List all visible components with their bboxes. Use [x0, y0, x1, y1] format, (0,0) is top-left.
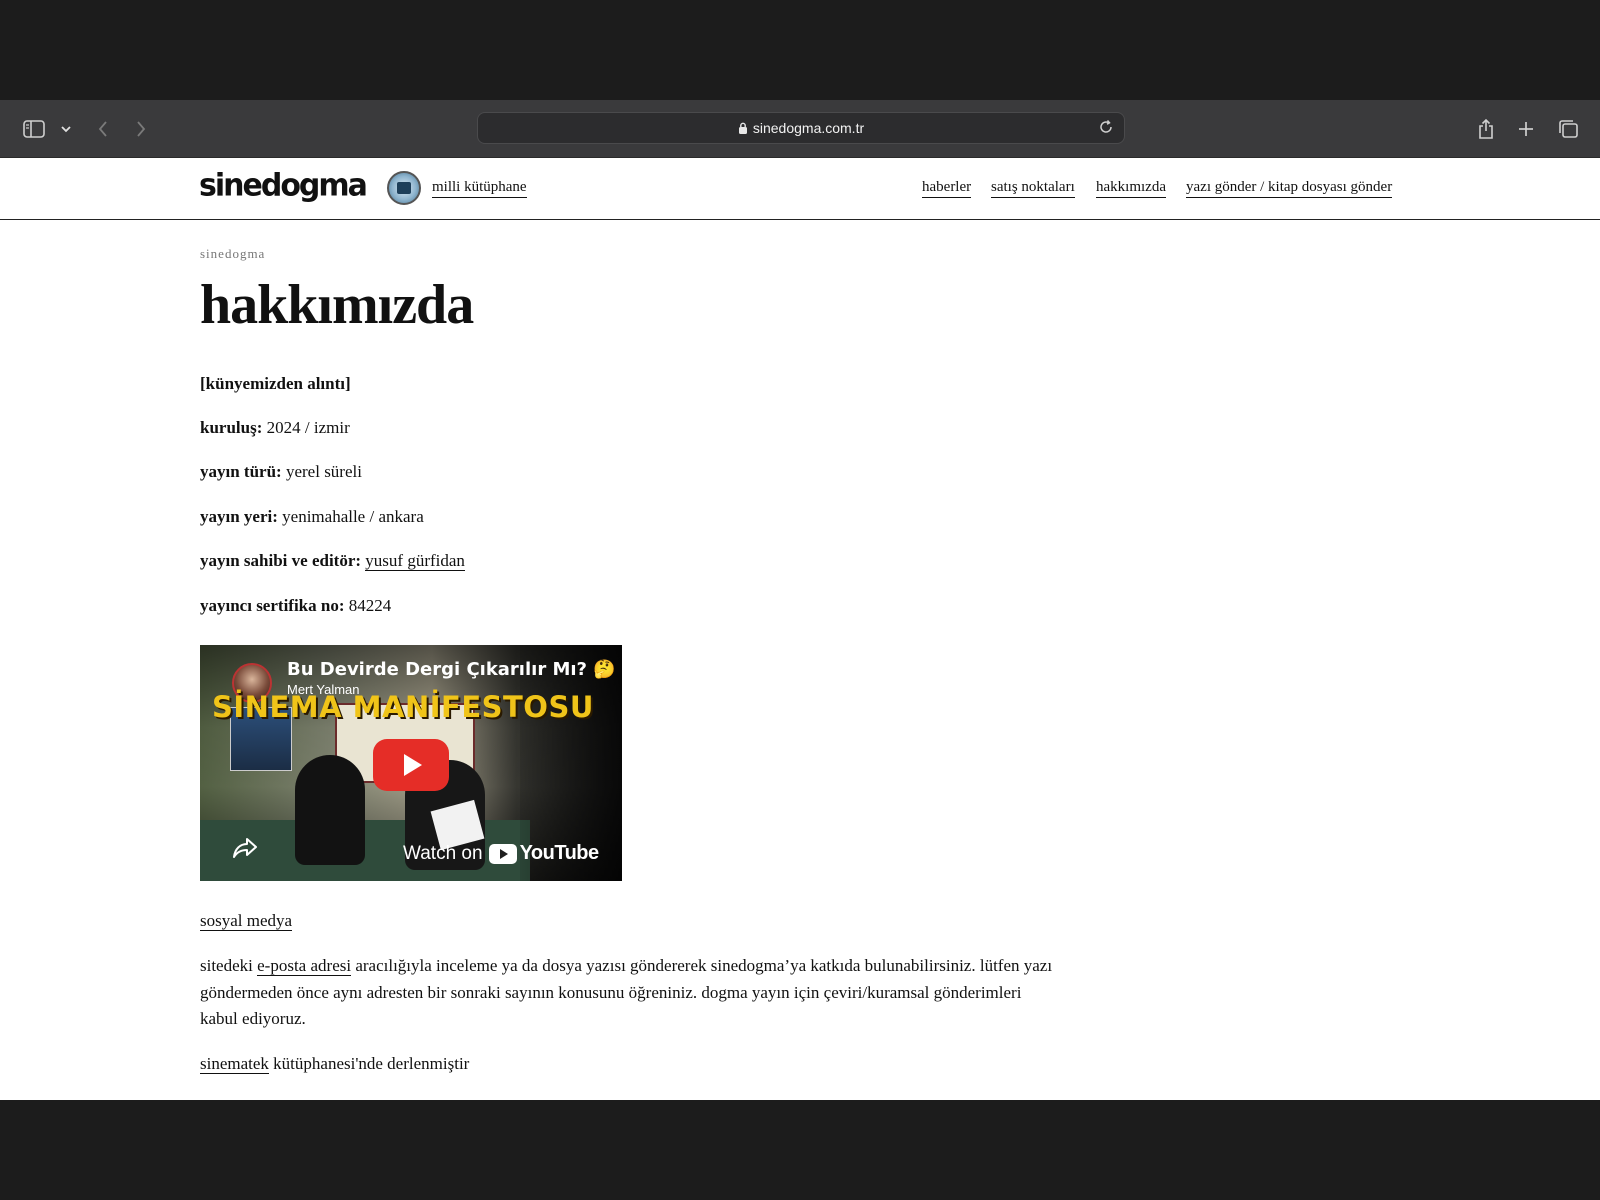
detail-founding: kuruluş: 2024 / izmir	[200, 417, 350, 439]
detail-label: kuruluş:	[200, 418, 263, 437]
nav-news[interactable]: haberler	[922, 179, 972, 198]
breadcrumb[interactable]: sinedogma	[200, 246, 265, 262]
detail-value: 2024 / izmir	[266, 418, 350, 437]
footer-text: kütüphanesi'nde derlenmiştir	[268, 1054, 470, 1073]
nav-submit[interactable]: yazı gönder / kitap dosyası gönder	[1186, 179, 1393, 198]
footer-line: sinematek kütüphanesi'nde derlenmiştir	[200, 1053, 469, 1075]
detail-label: yayın türü:	[200, 462, 282, 481]
email-link[interactable]: e-posta adresi	[257, 956, 352, 976]
watch-label: Watch on	[403, 842, 483, 864]
youtube-embed[interactable]: Bu Devirde Dergi Çıkarılır Mı? 🤔 Mert Ya…	[200, 645, 622, 881]
url-text: sinedogma.com.tr	[752, 120, 865, 136]
new-tab-icon[interactable]	[1515, 100, 1537, 158]
library-link[interactable]: milli kütüphane	[432, 179, 527, 198]
web-page: sinedogma milli kütüphane haberler satış…	[0, 158, 1600, 1100]
share-arrow-icon[interactable]	[232, 837, 258, 859]
youtube-play-icon	[488, 843, 517, 864]
social-media-line: sosyal medya	[200, 910, 293, 932]
detail-value: 84224	[348, 596, 392, 615]
play-icon	[404, 754, 422, 776]
intro-text: [künyemizden alıntı]	[200, 374, 351, 393]
forward-icon[interactable]	[132, 100, 150, 158]
contrib-text-before: sitedeki	[200, 956, 258, 975]
lock-icon	[738, 122, 748, 134]
detail-owner-editor: yayın sahibi ve editör: yusuf gürfidan	[200, 550, 465, 572]
detail-publication-type: yayın türü: yerel süreli	[200, 461, 362, 483]
editor-link[interactable]: yusuf gürfidan	[365, 551, 465, 571]
sinematek-link[interactable]: sinematek	[200, 1054, 269, 1074]
page-title: hakkımızda	[200, 274, 474, 336]
youtube-logo: YouTube	[488, 842, 600, 865]
watch-on-youtube-button[interactable]: Watch on YouTube	[403, 842, 599, 865]
tab-overview-icon[interactable]	[1556, 100, 1580, 158]
address-bar[interactable]: sinedogma.com.tr	[477, 112, 1125, 144]
national-library-seal-icon[interactable]	[387, 171, 421, 205]
site-header: sinedogma milli kütüphane haberler satış…	[0, 158, 1600, 220]
contribution-paragraph: sitedeki e-posta adresi aracılığıyla inc…	[200, 953, 1060, 1033]
screen-bezel-top	[0, 0, 1600, 100]
back-icon[interactable]	[94, 100, 112, 158]
screen-bezel-bottom	[0, 1100, 1600, 1200]
video-title[interactable]: Bu Devirde Dergi Çıkarılır Mı? 🤔	[287, 659, 616, 680]
youtube-wordmark: YouTube	[519, 842, 600, 864]
thumbnail-person	[295, 755, 365, 865]
detail-label: yayın sahibi ve editör:	[200, 551, 362, 570]
detail-publication-place: yayın yeri: yenimahalle / ankara	[200, 506, 424, 528]
video-banner-text: SİNEMA MANİFESTOSU	[212, 690, 594, 724]
sidebar-toggle-icon[interactable]	[20, 100, 48, 158]
nav-about[interactable]: hakkımızda	[1096, 179, 1166, 198]
site-logo[interactable]: sinedogma	[199, 167, 368, 204]
detail-certificate: yayıncı sertifika no: 84224	[200, 595, 391, 617]
nav-sales-points[interactable]: satış noktaları	[991, 179, 1075, 198]
detail-value: yerel süreli	[285, 462, 362, 481]
play-button[interactable]	[373, 739, 449, 791]
chevron-down-icon[interactable]	[58, 100, 74, 158]
detail-value: yenimahalle / ankara	[282, 507, 424, 526]
reload-icon[interactable]	[1098, 119, 1114, 135]
detail-label: yayıncı sertifika no:	[200, 596, 345, 615]
detail-label: yayın yeri:	[200, 507, 278, 526]
share-icon[interactable]	[1474, 100, 1498, 158]
social-media-link[interactable]: sosyal medya	[200, 911, 293, 931]
